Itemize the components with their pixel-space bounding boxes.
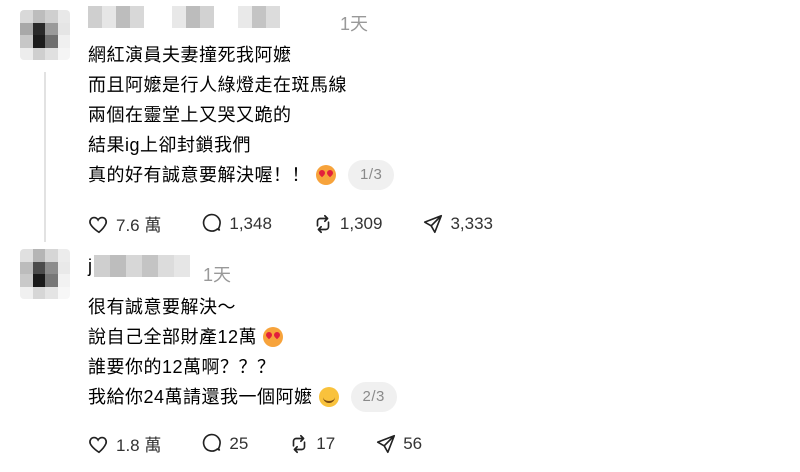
repost-icon <box>292 434 306 453</box>
heart-icon <box>89 436 108 453</box>
post-2: j 1天 很有誠意要解決～ 說自己全部財產12萬 誰要你的12萬啊？？？ 我給你… <box>0 245 800 472</box>
share-count: 56 <box>403 433 423 453</box>
send-icon <box>377 434 396 453</box>
post-body: 網紅演員夫妻撞死我阿嬤 而且阿嬤是行人綠燈走在斑馬線 兩個在靈堂上又哭又跪的 結… <box>88 40 395 190</box>
like-count: 7.6 萬 <box>116 216 162 235</box>
username-pixelated[interactable]: j <box>88 255 190 277</box>
comment-count: 1,348 <box>229 213 272 233</box>
post-timestamp: 1天 <box>203 265 232 285</box>
share-button[interactable]: 3,333 <box>422 213 493 235</box>
post-line: 說自己全部財產12萬 <box>88 327 258 347</box>
post-line: 兩個在靈堂上又哭又跪的 <box>88 105 292 125</box>
comment-bubble-icon <box>203 433 222 452</box>
username-initial: j <box>88 255 92 276</box>
send-icon <box>424 214 443 233</box>
post-line: 很有誠意要解決～ <box>88 297 236 317</box>
like-button[interactable]: 1.8 萬 <box>88 431 161 456</box>
post-timestamp: 1天 <box>340 14 369 34</box>
page-indicator-badge[interactable]: 1/3 <box>348 160 395 190</box>
post-line: 我給你24萬請還我一個阿嬤 <box>88 387 313 407</box>
comment-bubble-icon <box>203 213 222 232</box>
comment-button[interactable]: 25 <box>201 433 248 455</box>
heart-eyes-emoji-icon <box>263 327 284 347</box>
page-indicator-badge[interactable]: 2/3 <box>350 382 397 412</box>
repost-count: 1,309 <box>339 213 383 233</box>
like-button[interactable]: 7.6 萬 <box>88 211 161 236</box>
post-line: 而且阿嬤是行人綠燈走在斑馬線 <box>88 75 347 95</box>
avatar-pixelated[interactable] <box>20 10 70 60</box>
smiling-emoji-icon <box>318 387 339 407</box>
repost-button[interactable]: 17 <box>288 433 335 455</box>
post-body: 很有誠意要解決～ 說自己全部財產12萬 誰要你的12萬啊？？？ 我給你24萬請還… <box>88 292 397 412</box>
like-count: 1.8 萬 <box>116 436 162 455</box>
heart-eyes-emoji-icon <box>316 165 336 185</box>
avatar-pixelated[interactable] <box>20 249 70 299</box>
heart-icon <box>89 216 108 233</box>
post-line: 誰要你的12萬啊？？？ <box>88 357 276 377</box>
post-line: 結果ig上卻封鎖我們 <box>88 135 252 155</box>
post-line-with-emoji: 說自己全部財產12萬 <box>88 322 397 352</box>
post-last-line: 我給你24萬請還我一個阿嬤 2/3 <box>88 382 397 412</box>
comment-count: 25 <box>229 433 249 453</box>
action-bar: 7.6 萬 1,348 1,309 3,333 <box>88 211 533 236</box>
action-bar: 1.8 萬 25 17 56 <box>88 431 462 456</box>
post-1: 1天 網紅演員夫妻撞死我阿嬤 而且阿嬤是行人綠燈走在斑馬線 兩個在靈堂上又哭又跪… <box>0 0 800 245</box>
post-line: 網紅演員夫妻撞死我阿嬤 <box>88 45 292 65</box>
post-line: 真的好有誠意要解決喔！！ <box>88 165 310 185</box>
comment-button[interactable]: 1,348 <box>201 213 272 235</box>
repost-count: 17 <box>316 433 336 453</box>
repost-icon <box>316 214 330 233</box>
post-last-line: 真的好有誠意要解決喔！！ 1/3 <box>88 160 395 190</box>
username-pixelated[interactable] <box>88 6 280 28</box>
share-button[interactable]: 56 <box>375 433 422 455</box>
share-count: 3,333 <box>450 213 493 233</box>
repost-button[interactable]: 1,309 <box>312 213 383 235</box>
